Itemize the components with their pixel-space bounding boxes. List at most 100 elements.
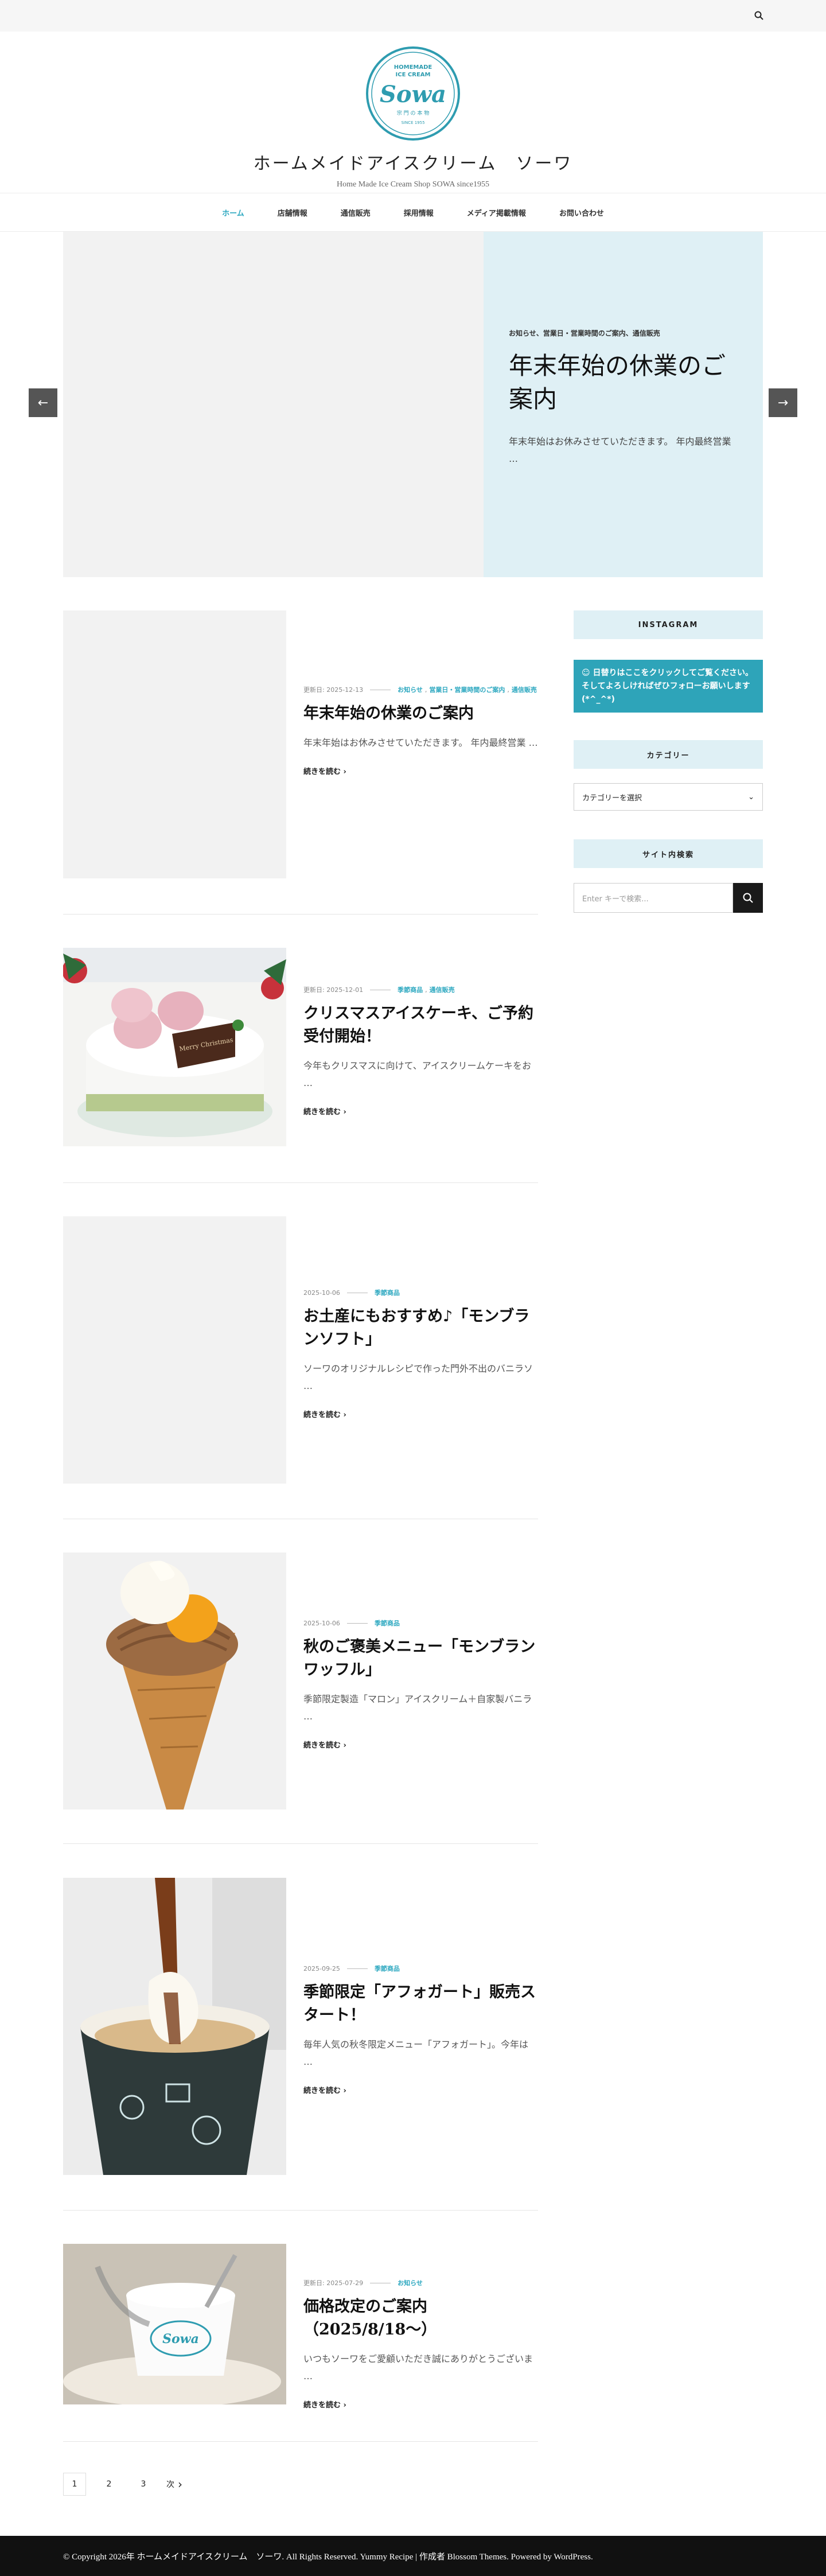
banner-title[interactable]: 年末年始の休業のご案内 (509, 349, 738, 416)
sidebar-search-input[interactable]: Enter キーで検索... (574, 883, 733, 913)
post-date: 更新日: 2025-12-01 (303, 986, 364, 994)
read-more-link[interactable]: 続きを読む › (303, 1106, 538, 1116)
read-more-link[interactable]: 続きを読む › (303, 2399, 538, 2410)
post-body: 2025-09-25 季節商品 季節限定「アフォガート」販売スタート！ 毎年人気… (303, 1964, 538, 2096)
page-number-current: 1 (63, 2473, 86, 2496)
post-excerpt: いつもソーワをご愛顧いただき誠にありがとうございま … (303, 2353, 533, 2382)
category-select-value: カテゴリーを選択 (582, 793, 642, 803)
banner-image-placeholder[interactable] (63, 232, 484, 577)
post-category[interactable]: 通信販売 (430, 985, 455, 994)
sowa-ice-cup-image: Sowa (63, 2244, 286, 2404)
post-date: 2025-10-06 (303, 1289, 340, 1297)
chevron-right-icon: › (343, 768, 346, 776)
nav-item-media[interactable]: メディア掲載情報 (467, 207, 526, 218)
search-submit-button[interactable] (733, 883, 763, 913)
site-logo[interactable]: HOMEMADE ICE CREAM Sowa 宗 門 の 本 物 SINCE … (364, 45, 462, 142)
read-more-label: 続きを読む (303, 1108, 341, 1116)
site-branding: HOMEMADE ICE CREAM Sowa 宗 門 の 本 物 SINCE … (0, 45, 826, 189)
nav-item-home[interactable]: ホーム (222, 207, 244, 218)
post-title[interactable]: クリスマスアイスケーキ、ご予約受付開始！ (303, 1002, 538, 1048)
read-more-label: 続きを読む (303, 2401, 341, 2410)
chevron-down-icon: ⌄ (748, 792, 754, 801)
post-item: 2025-10-06 季節商品 秋のご褒美メニュー「モンブランワッフル」 季節限… (63, 1552, 538, 1844)
post-title[interactable]: お土産にもおすすめ♪「モンブランソフト」 (303, 1305, 538, 1351)
read-more-label: 続きを読む (303, 1741, 341, 1750)
post-category[interactable]: 季節商品 (375, 1964, 400, 1973)
post-meta: 2025-10-06 季節商品 (303, 1618, 538, 1628)
post-divider (63, 2441, 538, 2442)
post-thumbnail-placeholder[interactable] (63, 610, 286, 878)
nav-item-online-shop[interactable]: 通信販売 (341, 207, 371, 218)
post-date: 2025-09-25 (303, 1964, 340, 1972)
post-thumbnail[interactable] (63, 1878, 286, 2175)
banner-categories[interactable]: お知らせ、営業日・営業時間のご案内、通信販売 (509, 328, 738, 338)
chevron-right-icon: › (178, 2477, 182, 2491)
post-meta: 更新日: 2025-07-29 お知らせ (303, 2278, 538, 2287)
instagram-widget-title: INSTAGRAM (574, 610, 763, 639)
post-item: Sowa 更新日: 2025-07-29 お知らせ 価格改定のご案内（2025/… (63, 2244, 538, 2442)
post-category[interactable]: 季節商品 (375, 1618, 400, 1628)
top-bar (0, 0, 826, 32)
read-more-link[interactable]: 続きを読む › (303, 1408, 538, 1419)
post-meta: 更新日: 2025-12-13 お知らせ , 営業日・営業時間のご案内 , 通信… (303, 685, 537, 694)
post-category[interactable]: 営業日・営業時間のご案内 (429, 685, 505, 694)
post-category[interactable]: お知らせ (398, 2278, 423, 2287)
post-body: 2025-10-06 季節商品 秋のご褒美メニュー「モンブランワッフル」 季節限… (303, 1618, 538, 1750)
post-excerpt: ソーワのオリジナルレシピで作った門外不出のバニラソ … (303, 1363, 533, 1391)
search-icon[interactable] (754, 10, 764, 21)
site-title[interactable]: ホームメイドアイスクリーム ソーワ (0, 149, 826, 174)
post-body: 更新日: 2025-07-29 お知らせ 価格改定のご案内（2025/8/18〜… (303, 2278, 538, 2410)
christmas-cake-image: Merry Christmas (63, 948, 286, 1146)
affogato-image (63, 1878, 286, 2175)
post-divider (63, 1182, 538, 1183)
post-meta: 2025-10-06 季節商品 (303, 1288, 538, 1297)
post-date: 更新日: 2025-07-29 (303, 2279, 364, 2287)
post-category[interactable]: 季節商品 (398, 985, 423, 994)
post-category[interactable]: 季節商品 (375, 1288, 400, 1297)
read-more-label: 続きを読む (303, 1411, 341, 1419)
post-item: 2025-09-25 季節商品 季節限定「アフォガート」販売スタート！ 毎年人気… (63, 1878, 538, 2211)
post-title[interactable]: 価格改定のご案内（2025/8/18〜） (303, 2295, 538, 2341)
category-widget-title: カテゴリー (574, 740, 763, 769)
post-title[interactable]: 年末年始の休業のご案内 (303, 702, 538, 725)
read-more-link[interactable]: 続きを読む › (303, 1739, 538, 1750)
slider-prev-button[interactable]: ← (29, 388, 57, 417)
read-more-link[interactable]: 続きを読む › (303, 2084, 538, 2095)
post-body: 更新日: 2025-12-01 季節商品 , 通信販売 クリスマスアイスケーキ、… (303, 985, 538, 1117)
svg-text:Sowa: Sowa (380, 81, 446, 108)
search-icon (743, 893, 753, 903)
page-number-link[interactable]: 3 (132, 2473, 155, 2496)
post-title[interactable]: 秋のご褒美メニュー「モンブランワッフル」 (303, 1636, 538, 1682)
nav-item-store-info[interactable]: 店舗情報 (278, 207, 307, 218)
post-thumbnail[interactable]: Sowa (63, 2244, 286, 2404)
pagination: 1 2 3 次 › (63, 2473, 182, 2496)
svg-text:ICE CREAM: ICE CREAM (396, 72, 431, 78)
post-thumbnail[interactable] (63, 1552, 286, 1810)
next-page-label: 次 (166, 2480, 174, 2489)
post-divider (63, 1843, 538, 1844)
chevron-right-icon: › (343, 2087, 346, 2095)
slider-next-button[interactable]: → (769, 388, 797, 417)
chevron-right-icon: › (343, 2401, 346, 2410)
nav-item-contact[interactable]: お問い合わせ (559, 207, 604, 218)
post-title[interactable]: 季節限定「アフォガート」販売スタート！ (303, 1981, 538, 2027)
read-more-label: 続きを読む (303, 2087, 341, 2095)
svg-text:HOMEMADE: HOMEMADE (394, 64, 433, 71)
chevron-right-icon: › (343, 1108, 346, 1116)
montblanc-waffle-image (63, 1552, 286, 1810)
post-category[interactable]: お知らせ (398, 685, 423, 694)
post-excerpt: 毎年人気の秋冬限定メニュー「アフォガート」。今年は … (303, 2039, 529, 2067)
post-meta: 更新日: 2025-12-01 季節商品 , 通信販売 (303, 985, 455, 994)
instagram-follow-link[interactable]: ☺ 日替りはここをクリックしてご覧ください。そしてよろしければぜひフォローお願い… (574, 660, 763, 713)
read-more-link[interactable]: 続きを読む › (303, 765, 538, 776)
nav-item-recruit[interactable]: 採用情報 (404, 207, 434, 218)
category-select[interactable]: カテゴリーを選択 ⌄ (574, 783, 763, 811)
page-number-link[interactable]: 2 (98, 2473, 120, 2496)
next-page-link[interactable]: 次 › (166, 2477, 182, 2491)
svg-text:宗 門 の 本 物: 宗 門 の 本 物 (397, 110, 429, 116)
post-thumbnail-placeholder[interactable] (63, 1216, 286, 1484)
post-category[interactable]: 通信販売 (512, 685, 537, 694)
post-thumbnail[interactable]: Merry Christmas (63, 948, 286, 1146)
banner-caption: お知らせ、営業日・営業時間のご案内、通信販売 年末年始の休業のご案内 年末年始は… (484, 232, 763, 577)
banner-excerpt: 年末年始はお休みさせていただきます。 年内最終営業 … (509, 436, 731, 464)
